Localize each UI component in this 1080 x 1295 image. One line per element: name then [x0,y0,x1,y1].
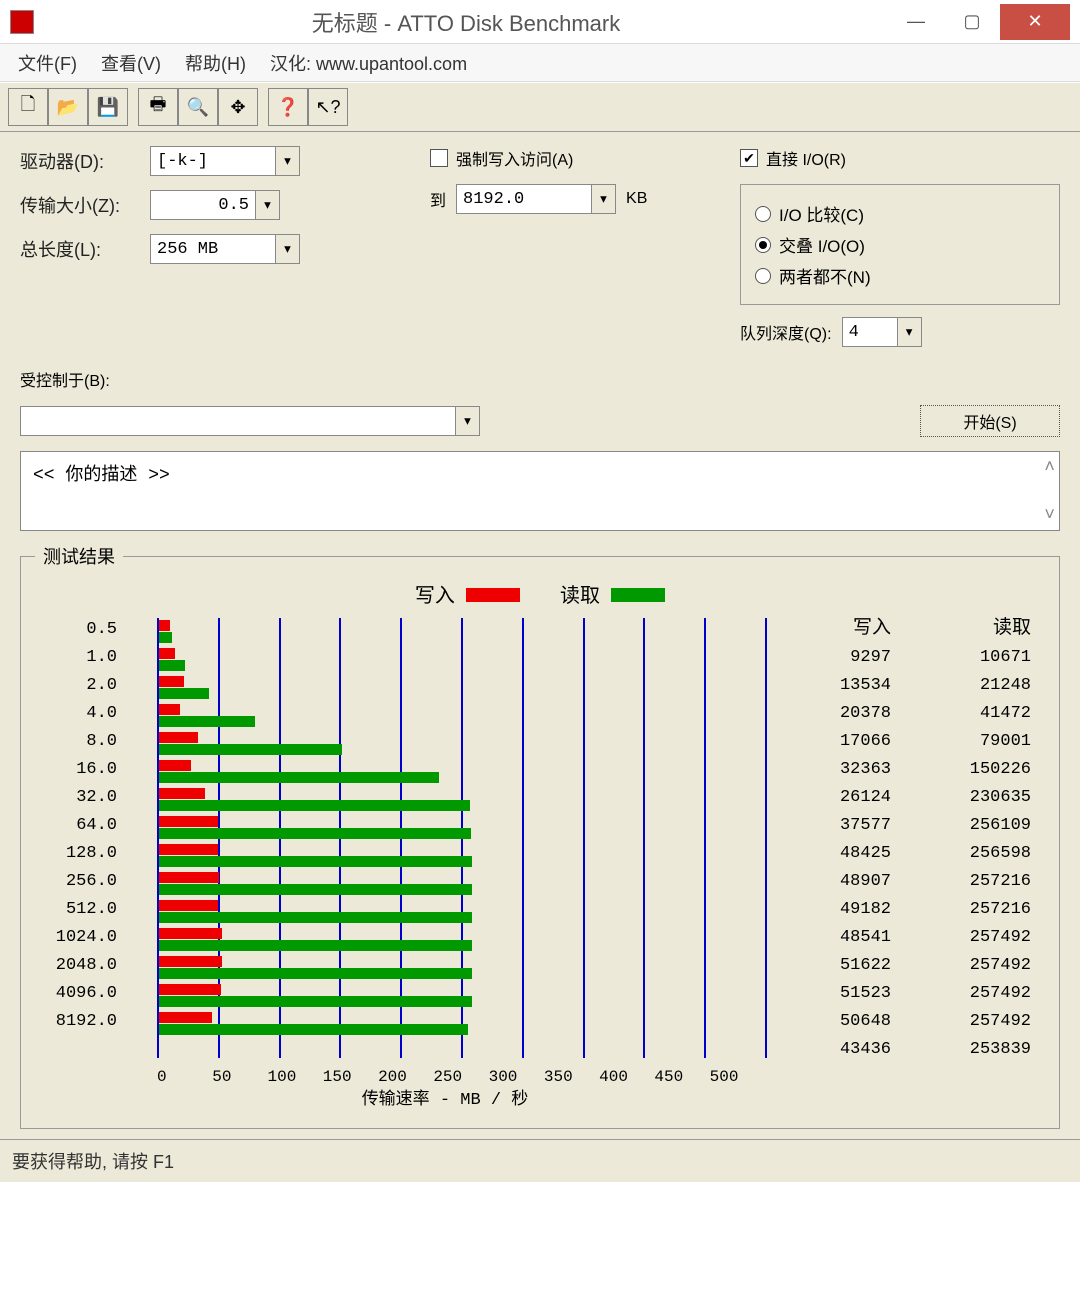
force-write-checkbox[interactable] [430,149,448,167]
legend-write: 写入 [415,585,455,607]
kb-label: KB [626,190,647,208]
length-combo[interactable]: 256 MB▾ [150,234,300,264]
io-mode-group: I/O 比较(C) 交叠 I/O(O) 两者都不(N) [740,184,1060,305]
transfer-to-combo[interactable]: 8192.0▾ [456,184,616,214]
app-icon [10,10,34,34]
new-button[interactable]: 🗋 [8,88,48,126]
drive-label: 驱动器(D): [20,148,150,174]
minimize-button[interactable]: — [888,4,944,40]
io-overlap-radio[interactable] [755,237,771,253]
y-axis-labels: 0.51.02.04.08.016.032.064.0128.0256.0512… [35,614,125,1114]
scroll-down-icon[interactable]: ˅ [1044,506,1055,526]
start-button[interactable]: 开始(S) [920,405,1060,437]
read-swatch [611,588,665,602]
length-label: 总长度(L): [20,236,150,262]
chevron-down-icon: ▾ [897,318,921,346]
direct-io-checkbox[interactable]: ✔ [740,149,758,167]
controlled-label: 受控制于(B): [20,367,110,391]
window-title: 无标题 - ATTO Disk Benchmark [44,6,888,38]
print-button[interactable]: 🖶 [138,88,178,126]
x-axis-label: 传输速率 - MB / 秒 [125,1084,765,1110]
title-bar: 无标题 - ATTO Disk Benchmark — ▢ ✕ [0,0,1080,44]
chart-area: 050100150200250300350400450500 传输速率 - MB… [125,614,765,1114]
whatsthis-button[interactable]: ↖? [308,88,348,126]
chevron-down-icon: ▾ [255,191,279,219]
chevron-down-icon: ▾ [591,185,615,213]
controlled-combo[interactable]: ▾ [20,406,480,436]
save-button[interactable]: 💾 [88,88,128,126]
transfer-label: 传输大小(Z): [20,192,150,218]
to-label: 到 [430,187,446,211]
chevron-down-icon: ▾ [275,147,299,175]
toolbar: 🗋 📂 💾 🖶 🔍 ✥ ❓ ↖? [0,82,1080,132]
results-group: 测试结果 写入 读取 0.51.02.04.08.016.032.064.012… [20,543,1060,1129]
write-column: 写入92971353420378170663236326124375774842… [765,614,905,1114]
description-box[interactable]: << 你的描述 >> ˄˅ [20,451,1060,531]
menu-view[interactable]: 查看(V) [101,50,161,76]
close-button[interactable]: ✕ [1000,4,1070,40]
chevron-down-icon: ▾ [275,235,299,263]
preview-button[interactable]: 🔍 [178,88,218,126]
transfer-from-combo[interactable]: 0.5▾ [150,190,280,220]
io-compare-radio[interactable] [755,206,771,222]
queue-label: 队列深度(Q): [740,320,832,344]
maximize-button[interactable]: ▢ [944,4,1000,40]
io-neither-radio[interactable] [755,268,771,284]
chevron-down-icon: ▾ [455,407,479,435]
legend-read: 读取 [560,585,600,607]
write-swatch [466,588,520,602]
menu-file[interactable]: 文件(F) [18,50,77,76]
status-bar: 要获得帮助, 请按 F1 [0,1139,1080,1182]
queue-combo[interactable]: 4▾ [842,317,922,347]
drive-combo[interactable]: [-k-]▾ [150,146,300,176]
force-write-label: 强制写入访问(A) [456,146,573,170]
menu-help[interactable]: 帮助(H) [185,50,246,76]
direct-io-label: 直接 I/O(R) [766,146,846,170]
menu-credit: 汉化: www.upantool.com [270,50,467,76]
menu-bar: 文件(F) 查看(V) 帮助(H) 汉化: www.upantool.com [0,44,1080,82]
scroll-up-icon[interactable]: ˄ [1044,458,1055,478]
read-column: 读取10671212484147279001150226230635256109… [905,614,1045,1114]
results-legend: 测试结果 [35,543,123,569]
move-button[interactable]: ✥ [218,88,258,126]
help-button[interactable]: ❓ [268,88,308,126]
open-button[interactable]: 📂 [48,88,88,126]
